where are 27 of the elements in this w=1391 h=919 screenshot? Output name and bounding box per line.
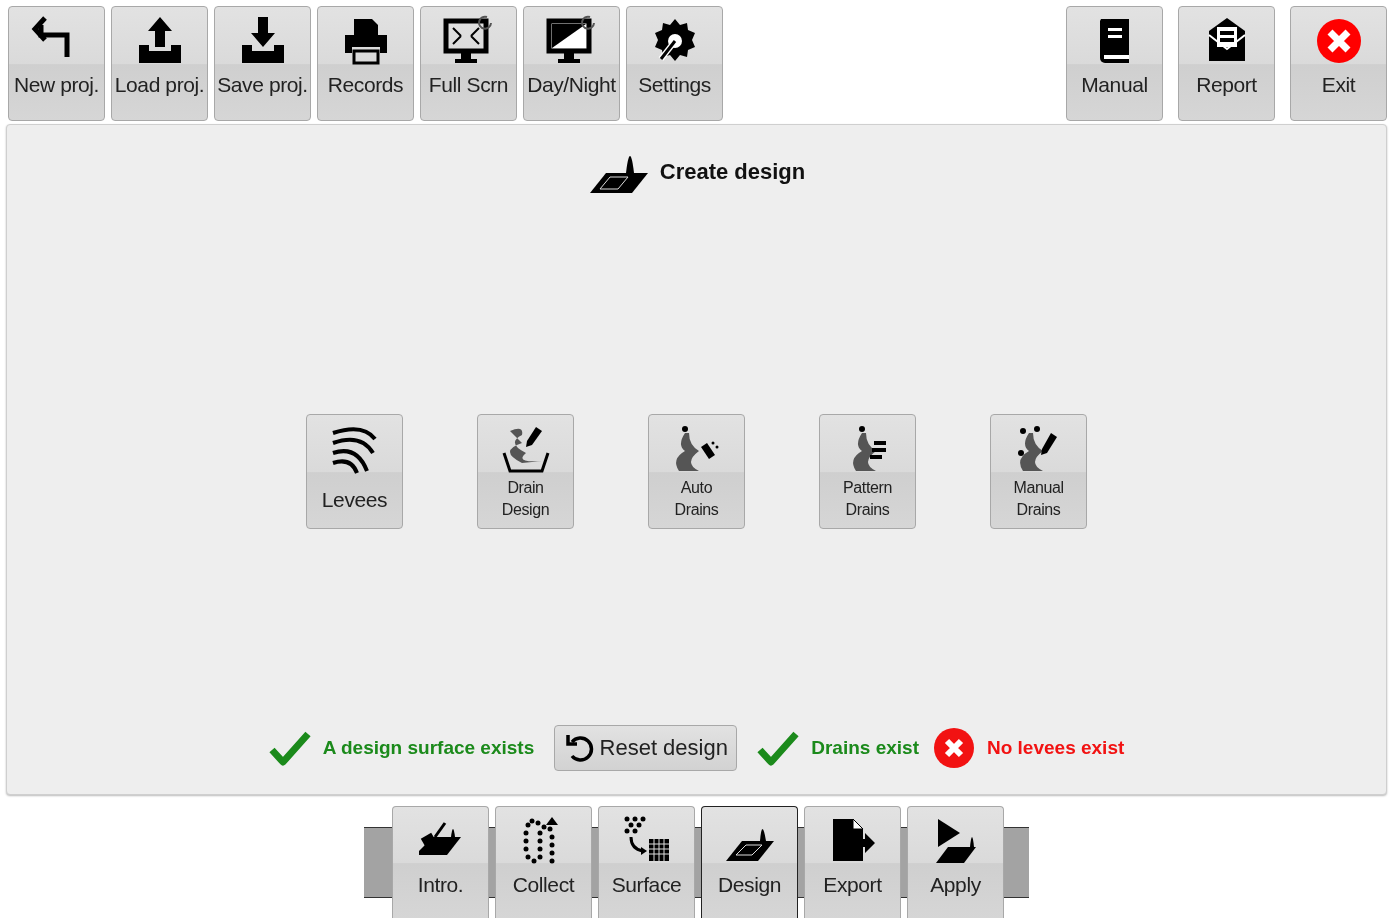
nav-tab[interactable]: Collect (495, 806, 592, 918)
toolbar-button[interactable]: Manual (1066, 6, 1163, 121)
toolbar-button[interactable]: Records (317, 6, 414, 121)
nav-tab[interactable]: Intro. (392, 806, 489, 918)
nav-tab[interactable]: Export (804, 806, 901, 918)
toolbar-button[interactable]: Report (1178, 6, 1275, 121)
tool-button[interactable]: Manual Drains (990, 414, 1087, 529)
status-text: Drains exist (811, 737, 919, 759)
toolbar-button[interactable]: Settings (626, 6, 723, 121)
exit-button[interactable]: Exit (1290, 6, 1387, 121)
tool-button[interactable]: Auto Drains (648, 414, 745, 529)
tool-button[interactable]: Levees (306, 414, 403, 529)
toolbar-button[interactable]: Load proj. (111, 6, 208, 121)
toolbar-button[interactable]: Day/Night (523, 6, 620, 121)
toolbar-button[interactable]: Save proj. (214, 6, 311, 121)
nav-tab[interactable]: Design (701, 806, 798, 918)
panel-title: Create design (659, 159, 806, 185)
nav-tab[interactable]: Apply (907, 806, 1004, 918)
toolbar-button[interactable]: New proj. (8, 6, 105, 121)
reset-design-button[interactable]: Reset design (554, 725, 738, 771)
tool-button[interactable]: Drain Design (477, 414, 574, 529)
tool-button[interactable]: Pattern Drains (819, 414, 916, 529)
reset-icon (563, 732, 596, 764)
status-text: A design surface exists (322, 737, 535, 759)
toolbar-button[interactable]: Full Scrn (420, 6, 517, 121)
status-text: No levees exist (987, 737, 1125, 759)
nav-tab[interactable]: Surface (598, 806, 695, 918)
